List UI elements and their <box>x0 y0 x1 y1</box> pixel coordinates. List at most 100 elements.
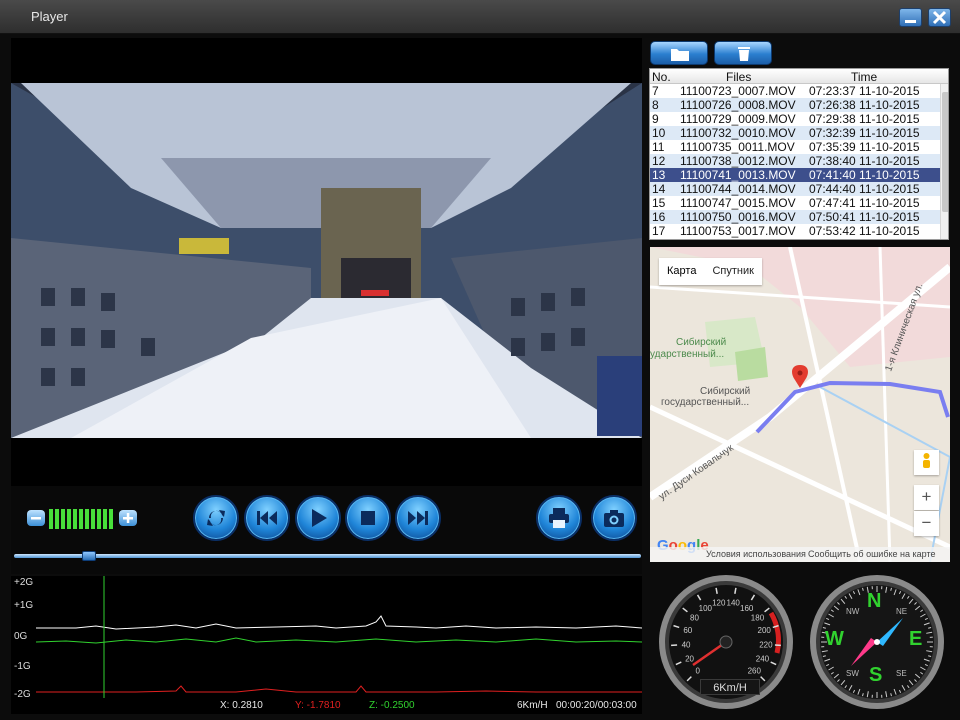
file-row[interactable]: 15 11100747_0015.MOV 07:47:41 11-10-2015 <box>650 196 940 210</box>
compass-n: N <box>867 590 882 612</box>
zoom-out-button[interactable]: − <box>914 511 939 536</box>
play-button[interactable] <box>295 495 341 541</box>
file-row-no: 8 <box>652 98 659 112</box>
file-row-file: 11100741_0013.MOV <box>680 168 796 182</box>
compass-se: SE <box>896 669 907 678</box>
map-label-university-1b: ударственный... <box>650 349 725 360</box>
folder-icon <box>671 49 689 61</box>
column-no[interactable]: No. <box>652 70 671 84</box>
tab-map[interactable]: Карта <box>659 258 704 285</box>
pegman-icon <box>923 453 930 468</box>
map-type-tabs: Карта Спутник <box>659 258 762 285</box>
file-row-no: 10 <box>652 126 666 140</box>
file-row-time: 07:47:41 11-10-2015 <box>809 196 920 210</box>
graph-x-readout: X: 0.2810 <box>220 700 263 711</box>
compass-s: S <box>869 664 883 686</box>
plus-icon <box>123 513 133 523</box>
player-window: Player +2G +1G 0G -1G -2G X: 0.2810 Y: -… <box>0 0 960 720</box>
minimize-button[interactable] <box>899 8 922 27</box>
seek-slider[interactable] <box>14 551 641 561</box>
file-row-time: 07:38:40 11-10-2015 <box>809 154 920 168</box>
volume-up-button[interactable] <box>119 510 137 526</box>
map-label-university-2: Сибирский <box>700 386 751 397</box>
file-row[interactable]: 14 11100744_0014.MOV 07:44:40 11-10-2015 <box>650 182 940 196</box>
file-row-time: 07:35:39 11-10-2015 <box>809 140 920 154</box>
street-view-button[interactable] <box>914 450 939 475</box>
map-label-university-2b: государственный... <box>661 397 750 408</box>
compass-ne: NE <box>896 607 908 616</box>
file-row-time: 07:32:39 11-10-2015 <box>809 126 920 140</box>
speedometer-tick-label: 140 <box>727 599 741 608</box>
file-row[interactable]: 9 11100729_0009.MOV 07:29:38 11-10-2015 <box>650 112 940 126</box>
file-row-file: 11100732_0010.MOV <box>680 126 796 140</box>
graph-y-readout: Y: -1.7810 <box>295 700 341 711</box>
file-row[interactable]: 7 11100723_0007.MOV 07:23:37 11-10-2015 <box>650 84 940 98</box>
speedometer-tick-label: 160 <box>740 604 754 613</box>
compass-sw: SW <box>846 669 859 678</box>
file-row[interactable]: 10 11100732_0010.MOV 07:32:39 11-10-2015 <box>650 126 940 140</box>
file-row-no: 14 <box>652 182 666 196</box>
graph-z-readout: Z: -0.2500 <box>369 700 415 711</box>
map-terms-link[interactable]: Условия использования <box>706 549 806 559</box>
repeat-icon <box>207 510 225 526</box>
seek-track[interactable] <box>14 554 641 558</box>
map-report-link[interactable]: Сообщить об ошибке на карте <box>808 549 935 559</box>
compass-nw: NW <box>846 607 860 616</box>
file-list[interactable]: No. Files Time 7 11100723_0007.MOV 07:23:3… <box>649 68 949 240</box>
file-row-no: 15 <box>652 196 666 210</box>
file-list-header: No. Files Time <box>650 69 948 84</box>
speedometer-tick <box>734 587 737 594</box>
window-title: Player <box>31 9 68 24</box>
titlebar: Player <box>0 0 960 34</box>
speedometer-tick-label: 180 <box>751 613 765 622</box>
volume-down-button[interactable] <box>27 510 45 526</box>
map-panel[interactable]: Карта Спутник Сибирский ударственный... … <box>650 247 950 562</box>
file-row-time: 07:41:40 11-10-2015 <box>809 168 920 182</box>
column-time[interactable]: Time <box>851 70 877 84</box>
file-row[interactable]: 12 11100738_0012.MOV 07:38:40 11-10-2015 <box>650 154 940 168</box>
printer-icon <box>549 508 569 528</box>
previous-button[interactable] <box>244 495 290 541</box>
compass: N E S W NE SE SW NW <box>808 573 946 711</box>
trash-icon <box>738 47 750 61</box>
file-list-scrollbar[interactable] <box>940 84 948 239</box>
repeat-button[interactable] <box>193 495 239 541</box>
file-row[interactable]: 8 11100726_0008.MOV 07:26:38 11-10-2015 <box>650 98 940 112</box>
speedometer-readout: 6Km/H <box>700 679 760 695</box>
volume-control[interactable] <box>27 508 139 530</box>
print-button[interactable] <box>536 495 582 541</box>
gsensor-graph: +2G +1G 0G -1G -2G X: 0.2810 Y: -1.7810 … <box>11 576 642 714</box>
open-folder-button[interactable] <box>650 41 708 65</box>
speedometer-tick <box>715 587 718 594</box>
video-frame[interactable] <box>11 38 642 486</box>
stop-button[interactable] <box>345 495 391 541</box>
speedometer-tick-label: 120 <box>712 599 726 608</box>
file-row-file: 11100750_0016.MOV <box>680 210 796 224</box>
seek-thumb[interactable] <box>82 551 96 561</box>
file-row[interactable]: 16 11100750_0016.MOV 07:50:41 11-10-2015 <box>650 210 940 224</box>
scroll-thumb[interactable] <box>942 92 948 212</box>
file-row-file: 11100753_0017.MOV <box>680 224 796 238</box>
map-label-university-1: Сибирский <box>676 337 727 348</box>
snapshot-button[interactable] <box>591 495 637 541</box>
map-footer: Условия использования Сообщить об ошибке… <box>650 547 950 562</box>
delete-file-button[interactable] <box>714 41 772 65</box>
video-image <box>11 38 642 486</box>
file-row[interactable]: 13 11100741_0013.MOV 07:41:40 11-10-2015 <box>650 168 940 182</box>
file-row-no: 17 <box>652 224 666 238</box>
file-row[interactable]: 11 11100735_0011.MOV 07:35:39 11-10-2015 <box>650 140 940 154</box>
file-row-file: 11100729_0009.MOV <box>680 112 796 126</box>
next-button[interactable] <box>395 495 441 541</box>
close-button[interactable] <box>928 8 951 27</box>
volume-level-bar[interactable] <box>49 509 115 529</box>
graph-speed-readout: 6Km/H <box>517 700 548 711</box>
tab-satellite[interactable]: Спутник <box>704 258 761 285</box>
file-row[interactable]: 17 11100753_0017.MOV 07:53:42 11-10-2015 <box>650 224 940 238</box>
speedometer-tick-label: 220 <box>759 640 773 649</box>
speedometer-tick-label: 80 <box>690 613 699 622</box>
speedometer-tick-label: 20 <box>685 654 694 663</box>
file-row-file: 11100747_0015.MOV <box>680 196 796 210</box>
graph-label-0g: 0G <box>14 631 28 642</box>
zoom-in-button[interactable]: + <box>914 485 939 510</box>
column-files[interactable]: Files <box>726 70 751 84</box>
